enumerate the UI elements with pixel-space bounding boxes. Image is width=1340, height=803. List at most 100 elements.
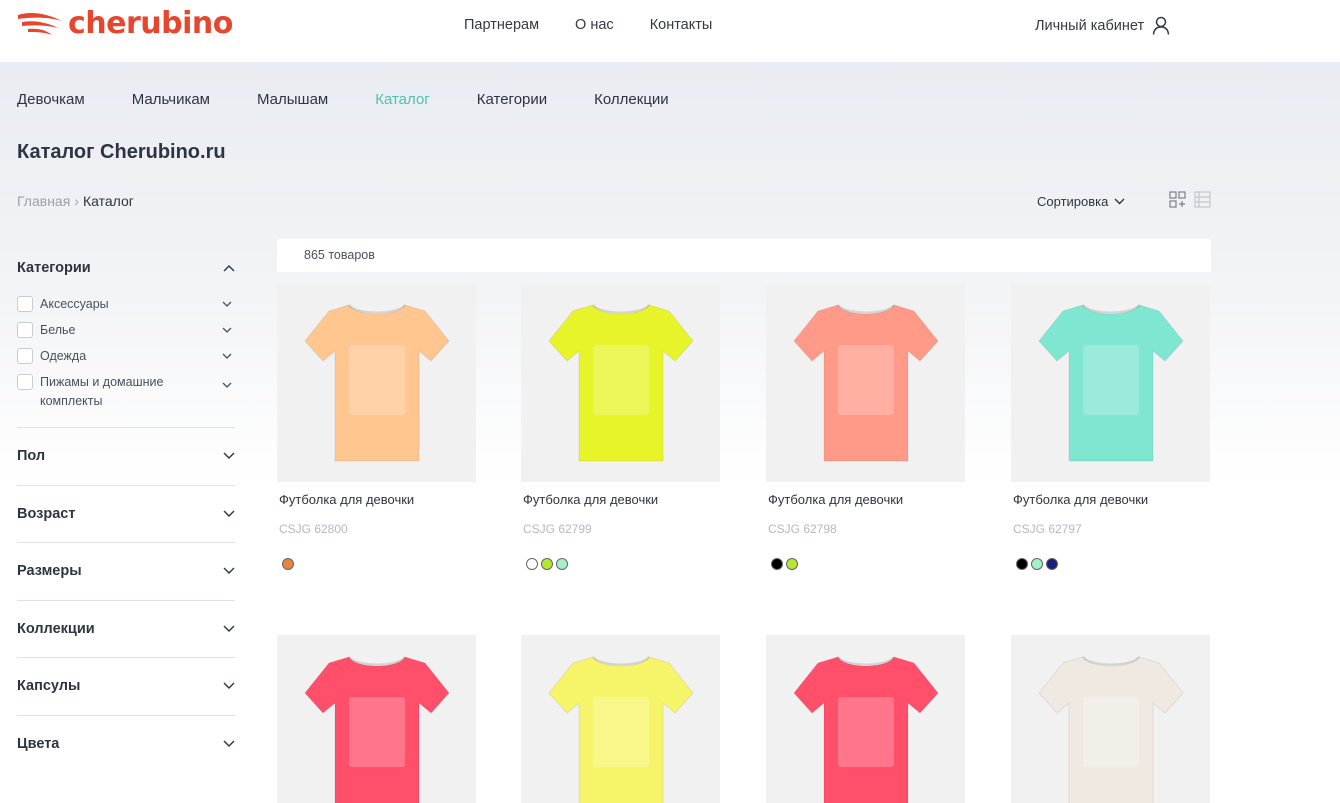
tshirt-image [793, 656, 939, 803]
product-image[interactable] [521, 635, 720, 803]
filter-age[interactable]: Возраст [17, 486, 235, 543]
product-image[interactable] [766, 635, 965, 803]
tshirt-image [1038, 656, 1184, 803]
product-name[interactable]: Футболка для девочки [521, 492, 720, 507]
category-checkbox[interactable] [17, 374, 33, 390]
chevron-down-icon [1114, 198, 1125, 205]
product-card[interactable] [766, 635, 965, 803]
product-card[interactable]: Футболка для девочки CSJG 62798 [766, 283, 965, 570]
chevron-down-icon[interactable] [219, 298, 235, 310]
product-name[interactable]: Футболка для девочки [766, 492, 965, 507]
chevron-down-icon [223, 567, 235, 575]
main-nav-boys[interactable]: Мальчикам [132, 91, 210, 108]
brand-logo[interactable]: cherubino [16, 6, 233, 42]
chevron-down-icon [223, 510, 235, 517]
sort-label: Сортировка [1037, 194, 1109, 209]
category-item: Белье [17, 322, 235, 340]
user-icon [1152, 16, 1170, 35]
top-nav-contacts[interactable]: Контакты [650, 17, 713, 33]
top-nav-partners[interactable]: Партнерам [464, 17, 539, 33]
account-label: Личный кабинет [1035, 17, 1145, 34]
product-name[interactable]: Футболка для девочки [277, 492, 476, 507]
chevron-down-icon [223, 740, 235, 748]
color-swatch[interactable] [526, 558, 538, 570]
product-image[interactable] [277, 635, 476, 803]
filter-capsules[interactable]: Капсулы [17, 658, 235, 716]
product-image[interactable] [277, 283, 476, 482]
category-checkbox[interactable] [17, 348, 33, 364]
tshirt-image [1038, 304, 1184, 462]
product-sku: CSJG 62797 [1013, 522, 1082, 536]
product-sku: CSJG 62799 [523, 522, 592, 536]
chevron-up-icon [223, 265, 235, 272]
top-nav-about[interactable]: О нас [575, 17, 614, 33]
chevron-down-icon [223, 625, 235, 632]
category-checkbox[interactable] [17, 296, 33, 312]
category-item: Пижамы и домашние комплекты [17, 374, 235, 411]
color-swatch[interactable] [1046, 558, 1058, 570]
product-image[interactable] [521, 283, 720, 482]
product-image[interactable] [766, 283, 965, 482]
main-nav-girls[interactable]: Девочкам [17, 91, 85, 108]
chevron-down-icon[interactable] [219, 350, 235, 362]
list-view-icon[interactable] [1194, 191, 1211, 208]
product-card[interactable] [277, 635, 476, 803]
page-title: Каталог Cherubino.ru [17, 141, 226, 163]
breadcrumb-separator: › [74, 193, 79, 209]
main-nav-categories[interactable]: Категории [477, 91, 547, 108]
color-swatches [1011, 558, 1210, 570]
filter-collections[interactable]: Коллекции [17, 601, 235, 658]
product-image[interactable] [1011, 283, 1210, 482]
tshirt-image [304, 304, 450, 462]
product-name[interactable]: Футболка для девочки [1011, 492, 1210, 507]
top-nav: Партнерам О нас Контакты [464, 17, 712, 33]
color-swatch[interactable] [541, 558, 553, 570]
breadcrumb-current: Каталог [82, 193, 134, 209]
wings-logo-icon [18, 13, 62, 35]
category-checkbox[interactable] [17, 322, 33, 338]
color-swatches [277, 558, 476, 570]
breadcrumb: Главная › Каталог [17, 193, 134, 209]
filter-gender[interactable]: Пол [17, 428, 235, 486]
chevron-down-icon[interactable] [219, 379, 235, 391]
breadcrumb-home[interactable]: Главная [17, 193, 70, 209]
product-image[interactable] [1011, 635, 1210, 803]
chevron-down-icon[interactable] [219, 324, 235, 336]
grid-view-icon[interactable] [1169, 191, 1186, 208]
product-card[interactable] [1011, 635, 1210, 803]
filter-categories-title: Категории [17, 260, 91, 276]
category-label[interactable]: Аксессуары [40, 295, 219, 314]
sort-dropdown[interactable]: Сортировка [1037, 194, 1125, 209]
category-label[interactable]: Одежда [40, 347, 219, 366]
product-count-bar: 865 товаров [277, 239, 1211, 272]
color-swatch[interactable] [786, 558, 798, 570]
category-item: Аксессуары [17, 296, 235, 314]
filter-label: Пол [17, 448, 46, 465]
color-swatch[interactable] [556, 558, 568, 570]
filter-sizes[interactable]: Размеры [17, 543, 235, 601]
category-label[interactable]: Белье [40, 321, 219, 340]
color-swatches [766, 558, 965, 570]
filter-colors[interactable]: Цвета [17, 716, 235, 774]
category-label[interactable]: Пижамы и домашние комплекты [40, 373, 219, 411]
product-sku: CSJG 62798 [768, 522, 837, 536]
tshirt-image [304, 656, 450, 803]
filter-categories-header[interactable]: Категории [17, 248, 235, 288]
product-card[interactable]: Футболка для девочки CSJG 62797 [1011, 283, 1210, 570]
filter-label: Размеры [17, 563, 82, 580]
category-list: Аксессуары Белье Одежда Пижамы и домашни… [17, 296, 235, 428]
account-link[interactable]: Личный кабинет [1035, 16, 1170, 35]
color-swatch[interactable] [282, 558, 294, 570]
main-nav-babies[interactable]: Малышам [257, 91, 328, 108]
filter-label: Цвета [17, 736, 60, 753]
top-header: cherubino Партнерам О нас Контакты Личны… [0, 0, 1340, 62]
filter-label: Капсулы [17, 678, 81, 695]
product-card[interactable] [521, 635, 720, 803]
color-swatch[interactable] [1031, 558, 1043, 570]
product-card[interactable]: Футболка для девочки CSJG 62800 [277, 283, 476, 570]
color-swatch[interactable] [1016, 558, 1028, 570]
main-nav-collections[interactable]: Коллекции [594, 91, 669, 108]
main-nav-catalog[interactable]: Каталог [375, 91, 430, 108]
color-swatch[interactable] [771, 558, 783, 570]
product-card[interactable]: Футболка для девочки CSJG 62799 [521, 283, 720, 570]
